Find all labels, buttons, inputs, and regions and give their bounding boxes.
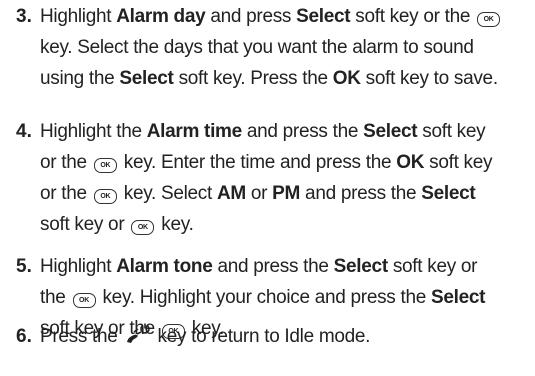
step-text-line: soft key or OK key.	[40, 210, 194, 240]
step-text: and press the	[241, 121, 364, 142]
step-text: soft key to save.	[360, 68, 499, 89]
step-text: key to return to Idle mode.	[152, 326, 371, 347]
step-text: soft key	[424, 152, 493, 173]
bold-term: Alarm tone	[116, 256, 213, 277]
bold-term: Select	[296, 6, 351, 27]
step-text: Highlight the	[40, 121, 147, 142]
step-text: and press the	[212, 256, 334, 277]
step-text: using the	[40, 68, 120, 89]
step-text-line: Press the key to return to Idle mode.	[40, 322, 370, 352]
bold-term: Select	[363, 121, 418, 142]
bold-term: Select	[430, 287, 486, 308]
step-text-line: key. Select the days that you want the a…	[40, 33, 474, 63]
ok-key-icon: OK	[72, 293, 96, 308]
step-text: Press the	[40, 326, 123, 347]
step-text: key. Enter the time and press the	[118, 152, 397, 173]
step-text-line: using the Select soft key. Press the OK …	[40, 64, 498, 94]
step-text-line: or the OK key. Select AM or PM and press…	[40, 179, 476, 209]
bold-term: Select	[333, 256, 388, 277]
step-number: 5.	[16, 256, 32, 277]
bold-term: Alarm time	[146, 121, 243, 142]
step-text: Highlight	[40, 256, 117, 277]
step-text: key. Select	[118, 183, 217, 204]
step-text: soft key or the	[350, 6, 476, 27]
step-text: soft key. Press the	[173, 68, 333, 89]
ok-key-icon: OK	[131, 220, 155, 235]
step-text: key. Select the days that you want the a…	[40, 37, 474, 58]
ok-key-icon: OK	[477, 12, 501, 27]
bold-term: PM	[272, 183, 301, 204]
bold-term: Alarm day	[116, 6, 206, 27]
bold-term: Select	[421, 183, 476, 204]
manual-page: 3. Highlight Alarm day and press Select s…	[0, 0, 535, 376]
ok-key-icon: OK	[93, 189, 117, 204]
step-number: 6.	[16, 326, 32, 347]
step-text: or the	[40, 183, 92, 204]
step-text: the	[40, 287, 71, 308]
bold-term: AM	[216, 183, 246, 204]
step-text-line: Highlight the Alarm time and press the S…	[40, 117, 486, 147]
step-text: or the	[40, 152, 92, 173]
bold-term: OK	[396, 152, 425, 173]
end-power-key-icon	[126, 323, 150, 343]
step-text: and press	[205, 6, 297, 27]
step-text: soft key or	[40, 214, 130, 235]
step-text: key.	[156, 214, 194, 235]
step-text-line: or the OK key. Enter the time and press …	[40, 148, 493, 178]
step-text: soft key	[417, 121, 486, 142]
step-text-line: the OK key. Highlight your choice and pr…	[40, 283, 485, 313]
bold-term: OK	[332, 68, 361, 89]
step-text: Highlight	[40, 6, 117, 27]
step-text-line: Highlight Alarm day and press Select sof…	[40, 2, 502, 32]
step-number: 3.	[16, 6, 32, 27]
step-text: soft key or	[387, 256, 478, 277]
ok-key-icon: OK	[93, 158, 117, 173]
bold-term: Select	[119, 68, 174, 89]
step-text: or	[245, 183, 273, 204]
step-text: and press the	[300, 183, 422, 204]
step-number: 4.	[16, 121, 32, 142]
step-text: key. Highlight your choice and press the	[97, 287, 431, 308]
step-text-line: Highlight Alarm tone and press the Selec…	[40, 252, 477, 282]
